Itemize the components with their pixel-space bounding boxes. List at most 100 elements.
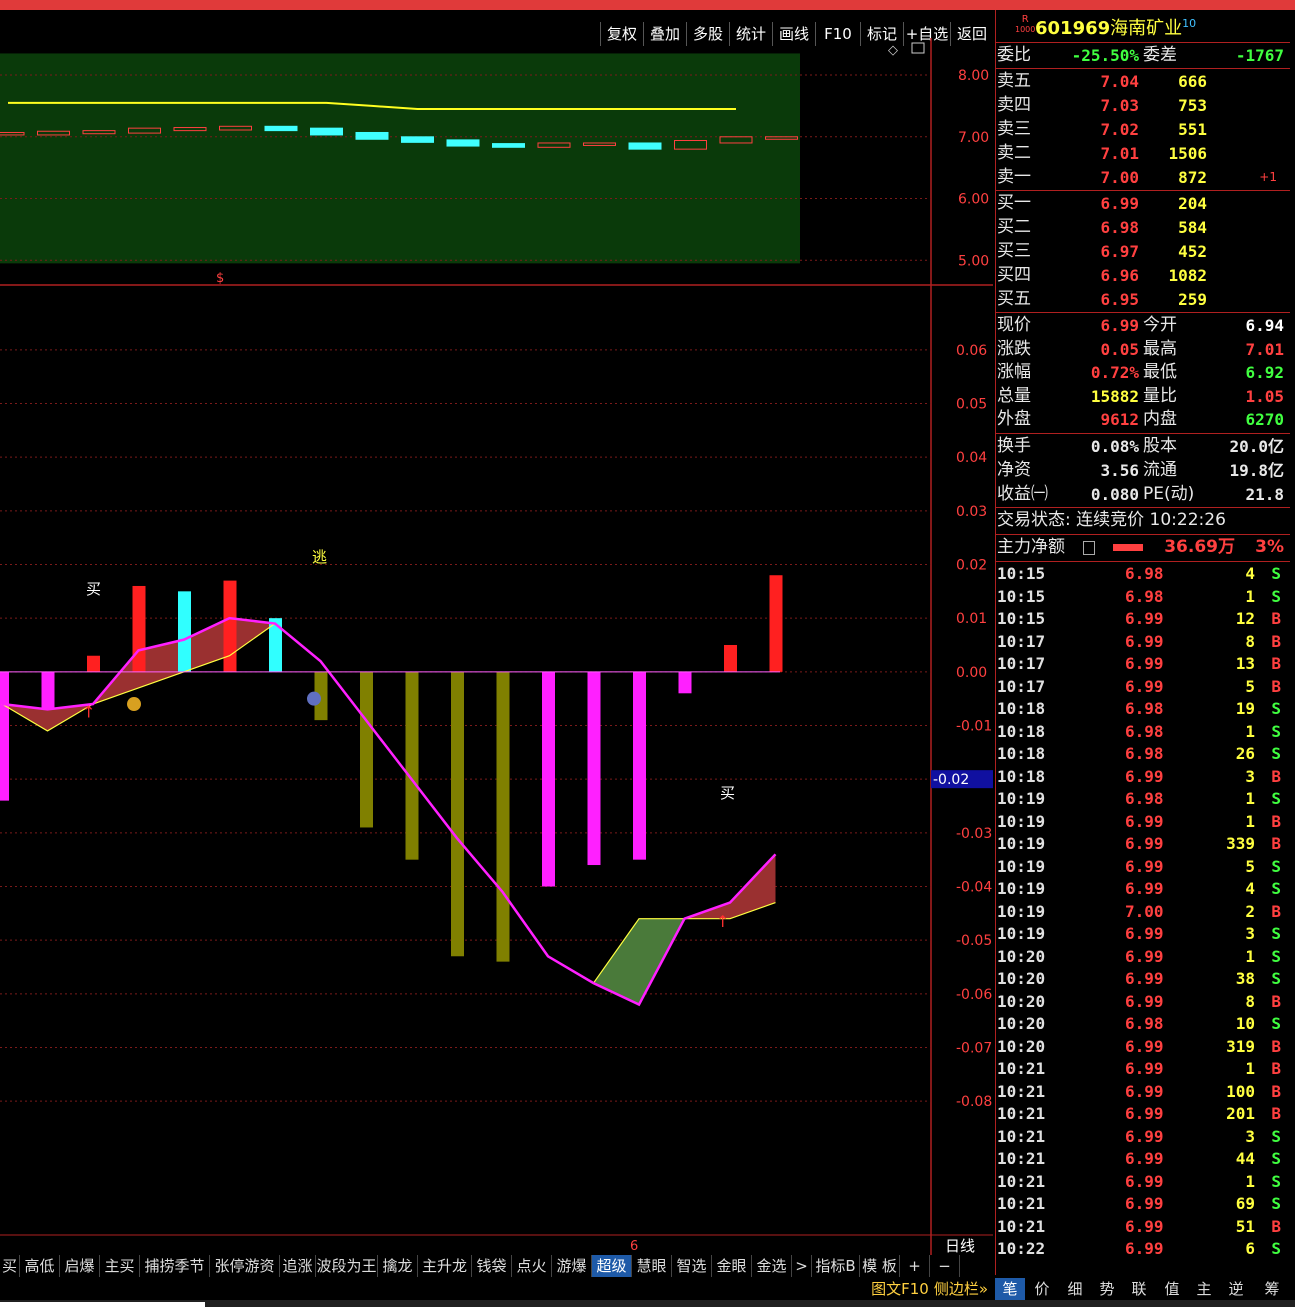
tick-row[interactable]: 10:18 6.98 19 S — [995, 698, 1287, 721]
tick-row[interactable]: 10:18 6.99 3 B — [995, 766, 1287, 789]
tick-row[interactable]: 10:19 7.00 2 B — [995, 901, 1287, 924]
stat-value: 6.92 — [1245, 363, 1284, 382]
indicator-tab[interactable]: 主买 — [100, 1255, 140, 1277]
ask-row[interactable]: 卖一 7.00 872 +1 — [995, 166, 1287, 189]
tick-row[interactable]: 10:21 6.99 201 B — [995, 1103, 1287, 1126]
side-tab[interactable]: 筹 — [1253, 1278, 1291, 1300]
indicator-tab[interactable]: 捕捞季节 — [140, 1255, 210, 1277]
bid-row[interactable]: 买三 6.97 452 — [995, 240, 1287, 263]
tick-row[interactable]: 10:19 6.99 4 S — [995, 878, 1287, 901]
side-tab[interactable]: 侧边栏» — [930, 1278, 992, 1300]
separator — [995, 312, 1290, 313]
side-tab[interactable]: 联 — [1124, 1278, 1154, 1300]
bid-row[interactable]: 买二 6.98 584 — [995, 216, 1287, 239]
tick-row[interactable]: 10:18 6.98 26 S — [995, 743, 1287, 766]
indicator-tab[interactable]: − — [930, 1255, 960, 1277]
ask-price: 7.00 — [1100, 168, 1139, 187]
indicator-tab[interactable]: 慧眼 — [632, 1255, 672, 1277]
indicator-tab[interactable]: 主升龙 — [418, 1255, 472, 1277]
tick-row[interactable]: 10:15 6.98 4 S — [995, 563, 1287, 586]
indicator-tab[interactable]: 张停游资 — [210, 1255, 280, 1277]
indicator-tab[interactable]: 点火 — [512, 1255, 552, 1277]
panel-toggle-icon[interactable] — [911, 42, 925, 54]
indicator-bar — [724, 645, 737, 672]
price-tick-label: 8.00 — [958, 68, 989, 84]
indicator-tab[interactable]: 启爆 — [60, 1255, 100, 1277]
stock-name: 海南矿业 — [1110, 18, 1183, 39]
side-tab[interactable]: 细 — [1060, 1278, 1090, 1300]
indicator-tab[interactable]: > — [792, 1255, 812, 1277]
side-tab[interactable]: 图文F10 — [870, 1278, 930, 1300]
bid-row[interactable]: 买一 6.99 204 — [995, 192, 1287, 215]
indicator-tab[interactable]: 擒龙 — [378, 1255, 418, 1277]
indicator-tab[interactable]: 波段为王 — [316, 1255, 378, 1277]
indicator-tab[interactable]: 金眼 — [712, 1255, 752, 1277]
tick-row[interactable]: 10:15 6.98 1 S — [995, 586, 1287, 609]
tick-row[interactable]: 10:18 6.98 1 S — [995, 721, 1287, 744]
trade-status-row: 交易状态: 连续竞价 10:22:26 — [995, 509, 1287, 532]
indicator-tick-label: 0.00 — [956, 665, 987, 681]
tick-time: 10:19 — [997, 924, 1046, 943]
indicator-tab[interactable]: 买 — [0, 1255, 20, 1277]
bid-row[interactable]: 买五 6.95 259 — [995, 288, 1287, 311]
tick-row[interactable]: 10:17 6.99 13 B — [995, 653, 1287, 676]
tick-row[interactable]: 10:17 6.99 8 B — [995, 631, 1287, 654]
tick-volume: 1 — [1245, 1059, 1255, 1078]
stat-label: 最高 — [1143, 338, 1177, 359]
indicator-tab[interactable]: 金选 — [752, 1255, 792, 1277]
tick-row[interactable]: 10:22 6.99 6 S — [995, 1238, 1287, 1261]
stock-title: 601969海南矿业10 — [1035, 14, 1196, 40]
tick-row[interactable]: 10:21 6.99 1 S — [995, 1171, 1287, 1194]
tick-row[interactable]: 10:19 6.99 5 S — [995, 856, 1287, 879]
indicator-tab[interactable]: 超级 — [592, 1255, 632, 1277]
indicator-tab[interactable]: + — [900, 1255, 930, 1277]
chart-area[interactable]: 8.00 7.00 6.00 5.00 0.06 0.05 0.04 0.03 0.02 0.01… — [0, 38, 993, 1255]
tick-row[interactable]: 10:21 6.99 44 S — [995, 1148, 1287, 1171]
indicator-tab[interactable]: 智选 — [672, 1255, 712, 1277]
tick-row[interactable]: 10:21 6.99 69 S — [995, 1193, 1287, 1216]
ask-row[interactable]: 卖三 7.02 551 — [995, 118, 1287, 141]
indicator-tab[interactable]: 游爆 — [552, 1255, 592, 1277]
indicator-tab[interactable]: 钱袋 — [472, 1255, 512, 1277]
side-tab[interactable]: 笔 — [995, 1278, 1025, 1300]
tick-row[interactable]: 10:19 6.98 1 S — [995, 788, 1287, 811]
tick-row[interactable]: 10:20 6.99 8 B — [995, 991, 1287, 1014]
main-force-row[interactable]: 主力净额 36.69万 3% — [995, 536, 1287, 559]
side-tab[interactable]: 逆 — [1221, 1278, 1251, 1300]
price-pane-background — [0, 53, 800, 264]
indicator-bar — [769, 575, 783, 672]
tick-row[interactable]: 10:17 6.99 5 B — [995, 676, 1287, 699]
bid-row[interactable]: 买四 6.96 1082 — [995, 264, 1287, 287]
tick-row[interactable]: 10:21 6.99 51 B — [995, 1216, 1287, 1239]
diamond-icon[interactable]: ◇ — [888, 43, 898, 58]
tick-row[interactable]: 10:21 6.99 100 B — [995, 1081, 1287, 1104]
tick-row[interactable]: 10:15 6.99 12 B — [995, 608, 1287, 631]
list-icon[interactable] — [1083, 541, 1095, 555]
period-label[interactable]: 日线 — [945, 1237, 975, 1255]
indicator-tab[interactable]: 高低 — [20, 1255, 60, 1277]
indicator-tab[interactable]: 模 板 — [860, 1255, 900, 1277]
tick-row[interactable]: 10:20 6.99 319 B — [995, 1036, 1287, 1059]
tick-row[interactable]: 10:19 6.99 1 B — [995, 811, 1287, 834]
tick-row[interactable]: 10:21 6.99 3 S — [995, 1126, 1287, 1149]
side-tab[interactable]: 价 — [1027, 1278, 1057, 1300]
side-tab[interactable]: 值 — [1157, 1278, 1187, 1300]
ask-row[interactable]: 卖五 7.04 666 — [995, 70, 1287, 93]
indicator-tab[interactable]: 指标B — [812, 1255, 860, 1277]
indicator-bar — [542, 671, 555, 887]
tick-row[interactable]: 10:19 6.99 3 S — [995, 923, 1287, 946]
side-tab[interactable]: 势 — [1092, 1278, 1122, 1300]
indicator-tab[interactable]: 追涨 — [280, 1255, 316, 1277]
tick-side: B — [1271, 631, 1281, 651]
tick-row[interactable]: 10:20 6.98 10 S — [995, 1013, 1287, 1036]
ask-row[interactable]: 卖四 7.03 753 — [995, 94, 1287, 117]
side-tab[interactable]: 主 — [1189, 1278, 1219, 1300]
tick-row[interactable]: 10:20 6.99 1 S — [995, 946, 1287, 969]
ask-row[interactable]: 卖二 7.01 1506 — [995, 142, 1287, 165]
tick-side: S — [1271, 744, 1281, 763]
tick-row[interactable]: 10:20 6.99 38 S — [995, 968, 1287, 991]
tick-row[interactable]: 10:21 6.99 1 B — [995, 1058, 1287, 1081]
scroll-thumb[interactable] — [0, 1302, 205, 1307]
tick-row[interactable]: 10:19 6.99 339 B — [995, 833, 1287, 856]
indicator-bar — [0, 671, 9, 801]
